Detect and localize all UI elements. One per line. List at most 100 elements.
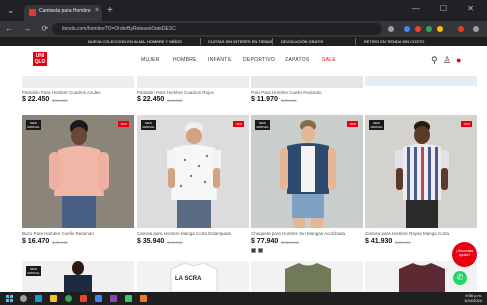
promo-item[interactable]: RETIRO EN TIENDA SIN COSTO xyxy=(364,39,424,44)
nav-mujer[interactable]: MUJER xyxy=(141,57,160,63)
tab-search-icon[interactable]: ⌄ xyxy=(7,5,15,16)
tshirt-print: LA SCRA xyxy=(175,276,202,282)
menu-icon[interactable] xyxy=(473,26,479,32)
tshirt-image xyxy=(399,263,445,292)
product-name: Pantalón Para Hombre Cuadros Azules xyxy=(22,90,101,95)
product-card[interactable] xyxy=(365,76,477,108)
user-icon[interactable]: ♙ xyxy=(443,55,451,66)
product-card[interactable]: NEW ARRIVAL -40% Chaqueta para Hombre Si… xyxy=(251,115,363,257)
whatsapp-button[interactable]: ✆ xyxy=(453,271,467,285)
product-old-price: $ 32.940 xyxy=(52,240,68,245)
chat-help-button[interactable]: ¿Necesitas ayuda? xyxy=(452,242,477,267)
product-old-price: $ 44.900 xyxy=(167,98,183,103)
address-bar[interactable]: tienda.com/hombre?O=OrderByReleaseDateDE… xyxy=(52,23,382,35)
product-card[interactable]: Polo Para Hombre Cuello Redondo $ 11.970… xyxy=(251,76,363,108)
color-swatch[interactable] xyxy=(251,248,256,253)
extension-icon[interactable] xyxy=(415,26,421,32)
window-controls[interactable]: — ☐ ✕ xyxy=(412,4,483,13)
sale-badge: -50% xyxy=(118,121,129,127)
promo-bar: NUEVA COLECCIÓN EN ALMA, HOMBRE Y NIÑOS … xyxy=(0,37,487,46)
app-icon[interactable] xyxy=(95,295,102,302)
app-icon[interactable] xyxy=(125,295,132,302)
search-taskbar-icon[interactable] xyxy=(20,295,27,302)
product-old-price: $ 23.940 xyxy=(281,98,297,103)
app-icon[interactable] xyxy=(80,295,87,302)
product-name: Polo Para Hombre Cuello Redondo xyxy=(251,90,322,95)
search-icon[interactable]: ⚲ xyxy=(431,55,438,66)
app-icon[interactable] xyxy=(110,295,117,302)
favicon-icon xyxy=(29,9,36,16)
promo-item[interactable]: CUOTAS SIN INTERÉS EN TIENDA xyxy=(208,39,273,44)
product-card[interactable]: NEW ARRIVAL -50% Buzo Para Hombre Cuello… xyxy=(22,115,134,257)
chat-help-label: ¿Necesitas ayuda? xyxy=(455,249,474,257)
model-image xyxy=(167,122,221,228)
extension-icons xyxy=(388,25,483,34)
product-price: $ 22.450 xyxy=(22,96,50,103)
model-image xyxy=(49,120,109,228)
new-arrival-badge: NEW ARRIVAL xyxy=(26,266,41,276)
brand-logo[interactable]: UNI QLO xyxy=(33,52,47,66)
product-price: $ 77.940 xyxy=(251,238,279,245)
bag-icon[interactable]: ● xyxy=(456,55,461,65)
app-icon[interactable] xyxy=(140,295,147,302)
sale-badge: -30% xyxy=(461,121,472,127)
tab-title: Camiseta para Hombre Con gen... xyxy=(39,8,91,14)
nav-infantil[interactable]: INFANTIL xyxy=(208,57,232,63)
nav-zapatos[interactable]: ZAPATOS xyxy=(285,57,310,63)
nav-deportivo[interactable]: DEPORTIVO xyxy=(243,57,275,63)
product-card[interactable] xyxy=(251,261,363,292)
product-price: $ 35.940 xyxy=(137,238,165,245)
product-name: Pantalón Para Hombre Cuadros Rojos xyxy=(137,90,214,95)
sale-badge: -40% xyxy=(347,121,358,127)
browser-toolbar: ← → ⟳ ⌂ tienda.com/hombre?O=OrderByRelea… xyxy=(0,21,487,37)
new-arrival-badge: NEW ARRIVAL xyxy=(26,120,41,130)
star-icon[interactable] xyxy=(388,26,394,32)
product-old-price: $ 44.900 xyxy=(52,98,68,103)
product-old-price: $ 59.900 xyxy=(167,240,183,245)
new-tab-button[interactable]: + xyxy=(107,5,113,16)
model-image xyxy=(395,121,449,228)
product-name[interactable]: Camisa para Hombre Manga Corta Estampada xyxy=(137,231,231,236)
new-arrival-badge: NEW ARRIVAL xyxy=(141,120,156,130)
product-price: $ 22.450 xyxy=(137,96,165,103)
os-taskbar: 9:56 p.m. 10/4/2024 xyxy=(0,292,487,305)
windows-start-icon[interactable] xyxy=(6,295,13,302)
browser-tab-active[interactable]: Camiseta para Hombre Con gen... × xyxy=(24,5,102,21)
tshirt-image xyxy=(285,263,331,292)
promo-item[interactable]: NUEVA COLECCIÓN EN ALMA, HOMBRE Y NIÑOS xyxy=(88,39,182,44)
sale-badge: -40% xyxy=(233,121,244,127)
product-price: $ 41.930 xyxy=(365,238,393,245)
product-price: $ 16.470 xyxy=(22,238,50,245)
color-swatch[interactable] xyxy=(258,248,263,253)
product-card[interactable]: NEW ARRIVAL -30% Camisa para Hombre Raya… xyxy=(365,115,477,257)
promo-item[interactable]: DEVOLUCIÓN GRATIS xyxy=(281,39,323,44)
nav-hombre[interactable]: HOMBRE xyxy=(173,57,197,63)
url-text: tienda.com/hombre?O=OrderByReleaseDateDE… xyxy=(62,26,176,32)
extension-icon[interactable] xyxy=(404,26,410,32)
product-card[interactable]: NEW ARRIVAL xyxy=(22,261,134,292)
chrome-icon[interactable] xyxy=(65,295,72,302)
product-name[interactable]: Chaqueta para Hombre Sin Mangas Acolchad… xyxy=(251,231,345,236)
product-name[interactable]: Buzo Para Hombre Cuello Redondo xyxy=(22,231,94,236)
product-price: $ 11.970 xyxy=(251,96,278,103)
edge-icon[interactable] xyxy=(35,295,42,302)
product-card[interactable]: NEW ARRIVAL -40% Camisa para Hombre Mang… xyxy=(137,115,249,257)
model-image xyxy=(280,120,336,228)
product-old-price: $ 129.900 xyxy=(281,240,299,245)
product-name[interactable]: Camisa para Hombre Rayas Manga Corta xyxy=(365,231,449,236)
model-image xyxy=(64,261,92,292)
browser-tab-strip: ⌄ Camiseta para Hombre Con gen... × + — … xyxy=(0,0,487,21)
nav-sale[interactable]: SALE xyxy=(322,57,336,63)
explorer-icon[interactable] xyxy=(50,295,57,302)
product-old-price: $ 59.900 xyxy=(395,240,411,245)
extension-icon[interactable] xyxy=(426,26,432,32)
product-card[interactable]: LA SCRA xyxy=(137,261,249,292)
tab-close-icon[interactable]: × xyxy=(95,7,99,14)
new-arrival-badge: NEW ARRIVAL xyxy=(369,120,384,130)
product-card[interactable]: Pantalón Para Hombre Cuadros Rojos $ 22.… xyxy=(137,76,249,108)
extension-icon[interactable] xyxy=(437,26,443,32)
system-clock[interactable]: 9:56 p.m. 10/4/2024 xyxy=(464,293,482,303)
profile-avatar[interactable] xyxy=(458,26,464,32)
product-card[interactable]: Pantalón Para Hombre Cuadros Azules $ 22… xyxy=(22,76,134,108)
whatsapp-icon: ✆ xyxy=(456,273,464,282)
